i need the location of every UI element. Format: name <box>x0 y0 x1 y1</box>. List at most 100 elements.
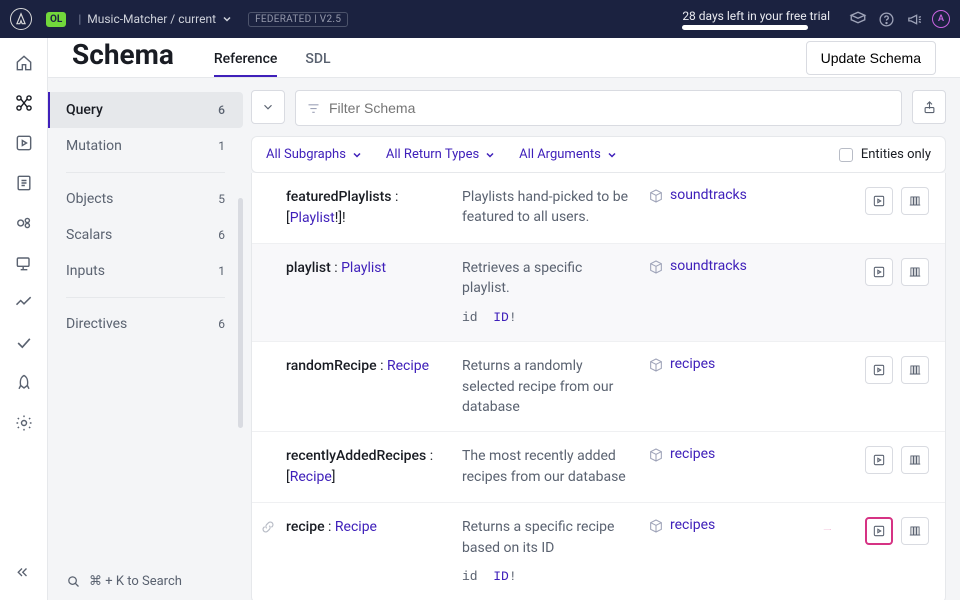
view-usage-button[interactable] <box>901 187 929 215</box>
permalink-icon[interactable] <box>260 519 278 537</box>
field-row[interactable]: recipe : Recipe Returns a specific recip… <box>252 503 945 600</box>
subgraph-link[interactable]: soundtracks <box>670 258 747 274</box>
subgraph-link[interactable]: soundtracks <box>670 187 747 203</box>
sidebar-item-label: Objects <box>66 191 113 207</box>
trial-progress-bar <box>682 25 808 30</box>
megaphone-icon[interactable] <box>905 10 923 28</box>
run-in-explorer-button[interactable] <box>865 517 893 545</box>
sidebar-item-label: Inputs <box>66 263 105 279</box>
annotation-arrow <box>790 529 865 531</box>
insights-icon[interactable] <box>13 292 35 314</box>
field-row[interactable]: recentlyAddedRecipes : [Recipe] The most… <box>252 432 945 503</box>
sidebar-item-label: Directives <box>66 316 127 332</box>
filter-input-wrap[interactable] <box>295 90 902 126</box>
subgraphs-icon[interactable] <box>13 212 35 234</box>
trial-indicator[interactable]: 28 days left in your free trial <box>682 9 830 30</box>
run-in-explorer-button[interactable] <box>865 446 893 474</box>
field-name-col: featuredPlaylists : [Playlist!]! <box>286 187 446 229</box>
fields-list: featuredPlaylists : [Playlist!]! Playlis… <box>251 173 946 600</box>
type-link[interactable]: Recipe <box>290 469 332 485</box>
columns-icon <box>908 194 922 208</box>
field-actions <box>865 356 929 417</box>
columns-icon <box>908 363 922 377</box>
checkbox[interactable] <box>839 148 853 162</box>
field-description: The most recently added recipes from our… <box>462 446 632 488</box>
learn-icon[interactable] <box>849 10 867 28</box>
search-shortcut[interactable]: ⌘ + K to Search <box>48 560 243 600</box>
run-in-explorer-button[interactable] <box>865 187 893 215</box>
divider <box>66 172 225 173</box>
play-icon <box>872 265 886 279</box>
sidebar-item-query[interactable]: Query6 <box>48 92 243 128</box>
subgraph-link[interactable]: recipes <box>670 356 715 372</box>
play-icon <box>872 363 886 377</box>
launches-icon[interactable] <box>13 372 35 394</box>
view-usage-button[interactable] <box>901 258 929 286</box>
help-icon[interactable] <box>877 10 895 28</box>
sidebar-item-inputs[interactable]: Inputs 1 <box>48 253 243 289</box>
search-icon <box>66 574 81 589</box>
subgraph-link[interactable]: recipes <box>670 517 715 533</box>
changelog-icon[interactable] <box>13 172 35 194</box>
tab-sdl[interactable]: SDL <box>305 51 330 77</box>
graph-name[interactable]: Music-Matcher <box>87 12 167 26</box>
sidebar-item-directives[interactable]: Directives6 <box>48 306 243 342</box>
sidebar-item-label: Query <box>66 102 103 118</box>
clients-icon[interactable] <box>13 252 35 274</box>
filter-return-types[interactable]: All Return Types <box>386 147 495 162</box>
settings-icon[interactable] <box>13 412 35 434</box>
view-usage-button[interactable] <box>901 517 929 545</box>
sidebar-item-scalars[interactable]: Scalars6 <box>48 217 243 253</box>
type-link[interactable]: Recipe <box>387 358 429 374</box>
field-actions <box>865 258 929 327</box>
run-in-explorer-button[interactable] <box>865 258 893 286</box>
org-badge[interactable]: OL <box>46 12 66 27</box>
sidebar-item-mutation[interactable]: Mutation1 <box>48 128 243 164</box>
field-arg: id ID! <box>462 568 632 587</box>
field-row[interactable]: playlist : Playlist Retrieves a specific… <box>252 244 945 342</box>
field-row[interactable]: featuredPlaylists : [Playlist!]! Playlis… <box>252 173 945 244</box>
variant-name[interactable]: current <box>178 12 216 26</box>
field-row[interactable]: randomRecipe : Recipe Returns a randomly… <box>252 342 945 432</box>
page-title: Schema <box>72 38 174 71</box>
type-link[interactable]: Playlist <box>290 210 335 226</box>
scrollbar[interactable] <box>238 198 243 428</box>
nav-rail <box>0 38 48 600</box>
field-subgraph: recipes <box>648 517 778 586</box>
expand-toggle-button[interactable] <box>251 90 285 124</box>
view-usage-button[interactable] <box>901 446 929 474</box>
tab-reference[interactable]: Reference <box>214 51 278 77</box>
filter-arguments[interactable]: All Arguments <box>519 147 617 162</box>
chevron-down-icon <box>485 150 495 160</box>
sidebar-item-count: 5 <box>218 192 225 206</box>
schema-icon[interactable] <box>13 92 35 114</box>
sidebar-item-objects[interactable]: Objects 5 <box>48 181 243 217</box>
chevron-down-icon[interactable] <box>222 14 232 24</box>
field-name-col: randomRecipe : Recipe <box>286 356 446 417</box>
avatar[interactable]: A <box>932 10 950 28</box>
filter-schema-input[interactable] <box>329 100 891 116</box>
apollo-logo[interactable] <box>10 8 32 30</box>
update-schema-button[interactable]: Update Schema <box>806 41 936 75</box>
field-description: Returns a specific recipe based on its I… <box>462 517 632 586</box>
explorer-icon[interactable] <box>13 132 35 154</box>
field-description: Returns a randomly selected recipe from … <box>462 356 632 417</box>
subgraph-link[interactable]: recipes <box>670 446 715 462</box>
top-bar: OL | Music-Matcher / current FEDERATED |… <box>0 0 960 38</box>
play-icon <box>872 453 886 467</box>
export-button[interactable] <box>912 90 946 124</box>
filter-subgraphs[interactable]: All Subgraphs <box>266 147 362 162</box>
sidebar-item-count: 1 <box>218 264 225 278</box>
type-link[interactable]: Recipe <box>335 519 377 535</box>
type-link[interactable]: Playlist <box>341 260 386 276</box>
collapse-rail-icon[interactable] <box>13 564 35 586</box>
home-icon[interactable] <box>13 52 35 74</box>
run-in-explorer-button[interactable] <box>865 356 893 384</box>
sidebar-item-label: Scalars <box>66 227 112 243</box>
columns-icon <box>908 524 922 538</box>
checks-icon[interactable] <box>13 332 35 354</box>
entities-only-toggle[interactable]: Entities only <box>839 147 931 162</box>
play-icon <box>872 524 886 538</box>
view-usage-button[interactable] <box>901 356 929 384</box>
play-icon <box>872 194 886 208</box>
